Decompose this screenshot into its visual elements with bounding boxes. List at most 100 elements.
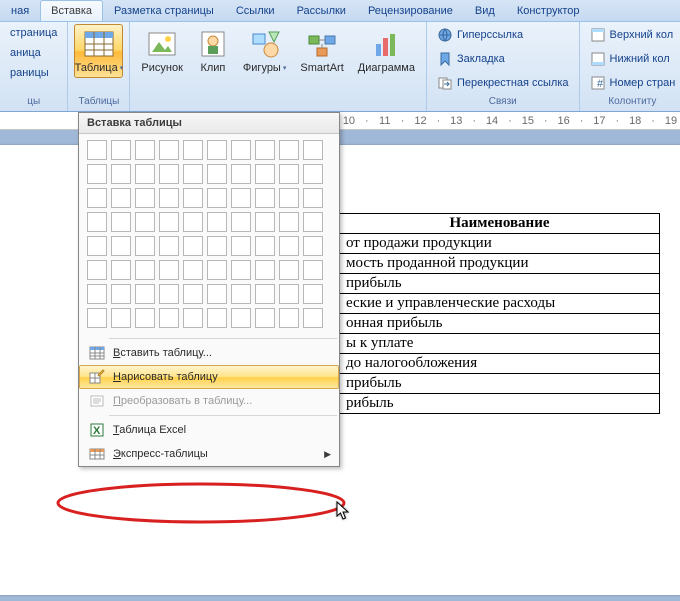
chart-button[interactable]: Диаграмма [353, 24, 420, 78]
grid-cell[interactable] [255, 188, 275, 208]
grid-cell[interactable] [87, 236, 107, 256]
smartart-button[interactable]: SmartArt [295, 24, 348, 78]
grid-cell[interactable] [303, 140, 323, 160]
grid-cell[interactable] [183, 236, 203, 256]
grid-cell[interactable] [231, 164, 251, 184]
tab-insert[interactable]: Вставка [40, 0, 103, 21]
grid-cell[interactable] [231, 284, 251, 304]
grid-cell[interactable] [255, 140, 275, 160]
grid-cell[interactable] [111, 164, 131, 184]
grid-cell[interactable] [159, 260, 179, 280]
grid-cell[interactable] [207, 284, 227, 304]
table-cell[interactable]: мость проданной продукции [340, 254, 660, 274]
grid-cell[interactable] [87, 164, 107, 184]
grid-cell[interactable] [135, 236, 155, 256]
grid-cell[interactable] [303, 188, 323, 208]
grid-cell[interactable] [207, 188, 227, 208]
grid-cell[interactable] [279, 188, 299, 208]
grid-cell[interactable] [87, 212, 107, 232]
grid-cell[interactable] [183, 164, 203, 184]
grid-cell[interactable] [159, 284, 179, 304]
clip-button[interactable]: Клип [192, 24, 234, 78]
grid-cell[interactable] [183, 188, 203, 208]
grid-cell[interactable] [255, 284, 275, 304]
picture-button[interactable]: Рисунок [136, 24, 188, 78]
page-number-button[interactable]: # Номер стран [586, 72, 680, 94]
shapes-button[interactable]: Фигуры▾ [238, 24, 291, 78]
grid-cell[interactable] [111, 212, 131, 232]
hyperlink-button[interactable]: Гиперссылка [433, 24, 573, 46]
table-button[interactable]: Таблица▾ [74, 24, 123, 78]
grid-cell[interactable] [231, 188, 251, 208]
table-cell[interactable]: прибыль [340, 374, 660, 394]
grid-cell[interactable] [183, 260, 203, 280]
grid-cell[interactable] [183, 284, 203, 304]
grid-cell[interactable] [159, 164, 179, 184]
grid-cell[interactable] [231, 212, 251, 232]
grid-cell[interactable] [207, 260, 227, 280]
grid-cell[interactable] [279, 140, 299, 160]
tab-view[interactable]: Вид [464, 0, 506, 21]
grid-cell[interactable] [279, 308, 299, 328]
grid-cell[interactable] [87, 284, 107, 304]
tab-design[interactable]: Конструктор [506, 0, 591, 21]
grid-cell[interactable] [255, 260, 275, 280]
table-cell[interactable]: ы к уплате [340, 334, 660, 354]
table-header-cell[interactable]: Наименование [340, 214, 660, 234]
grid-cell[interactable] [135, 164, 155, 184]
grid-cell[interactable] [231, 236, 251, 256]
grid-cell[interactable] [159, 236, 179, 256]
table-grid-picker[interactable] [79, 134, 339, 336]
grid-cell[interactable] [135, 212, 155, 232]
grid-cell[interactable] [303, 212, 323, 232]
insert-table-menuitem[interactable]: Вставить таблицу... [79, 341, 339, 365]
table-cell[interactable]: от продажи продукции [340, 234, 660, 254]
grid-cell[interactable] [207, 164, 227, 184]
grid-cell[interactable] [303, 284, 323, 304]
crossref-button[interactable]: Перекрестная ссылка [433, 72, 573, 94]
grid-cell[interactable] [279, 284, 299, 304]
grid-cell[interactable] [231, 308, 251, 328]
draw-table-menuitem[interactable]: Нарисовать таблицу [79, 365, 339, 389]
tab-mailings[interactable]: Рассылки [286, 0, 357, 21]
footer-button[interactable]: Нижний кол [586, 48, 680, 70]
tab-references[interactable]: Ссылки [225, 0, 286, 21]
grid-cell[interactable] [303, 308, 323, 328]
grid-cell[interactable] [183, 308, 203, 328]
grid-cell[interactable] [279, 212, 299, 232]
bookmark-button[interactable]: Закладка [433, 48, 573, 70]
grid-cell[interactable] [255, 308, 275, 328]
grid-cell[interactable] [303, 164, 323, 184]
grid-cell[interactable] [207, 212, 227, 232]
grid-cell[interactable] [159, 188, 179, 208]
cover-page-button[interactable]: страница [6, 24, 61, 42]
grid-cell[interactable] [111, 188, 131, 208]
grid-cell[interactable] [135, 260, 155, 280]
grid-cell[interactable] [111, 236, 131, 256]
grid-cell[interactable] [279, 164, 299, 184]
tab-page-layout[interactable]: Разметка страницы [103, 0, 225, 21]
blank-page-button[interactable]: аница [6, 44, 61, 62]
grid-cell[interactable] [135, 188, 155, 208]
document-table[interactable]: Наименование от продажи продукциимость п… [339, 213, 660, 414]
page-break-button[interactable]: раницы [6, 64, 61, 82]
table-cell[interactable]: до налогообложения [340, 354, 660, 374]
grid-cell[interactable] [255, 236, 275, 256]
grid-cell[interactable] [279, 236, 299, 256]
grid-cell[interactable] [111, 284, 131, 304]
grid-cell[interactable] [231, 260, 251, 280]
header-button[interactable]: Верхний кол [586, 24, 680, 46]
quick-tables-menuitem[interactable]: Экспресс-таблицы ▶ [79, 442, 339, 466]
table-cell[interactable]: онная прибыль [340, 314, 660, 334]
grid-cell[interactable] [303, 236, 323, 256]
grid-cell[interactable] [111, 260, 131, 280]
grid-cell[interactable] [159, 212, 179, 232]
grid-cell[interactable] [111, 308, 131, 328]
table-cell[interactable]: прибыль [340, 274, 660, 294]
grid-cell[interactable] [87, 188, 107, 208]
excel-table-menuitem[interactable]: X Таблица Excel [79, 418, 339, 442]
tab-home-partial[interactable]: ная [0, 0, 40, 21]
grid-cell[interactable] [135, 284, 155, 304]
grid-cell[interactable] [111, 140, 131, 160]
table-cell[interactable]: рибыль [340, 394, 660, 414]
